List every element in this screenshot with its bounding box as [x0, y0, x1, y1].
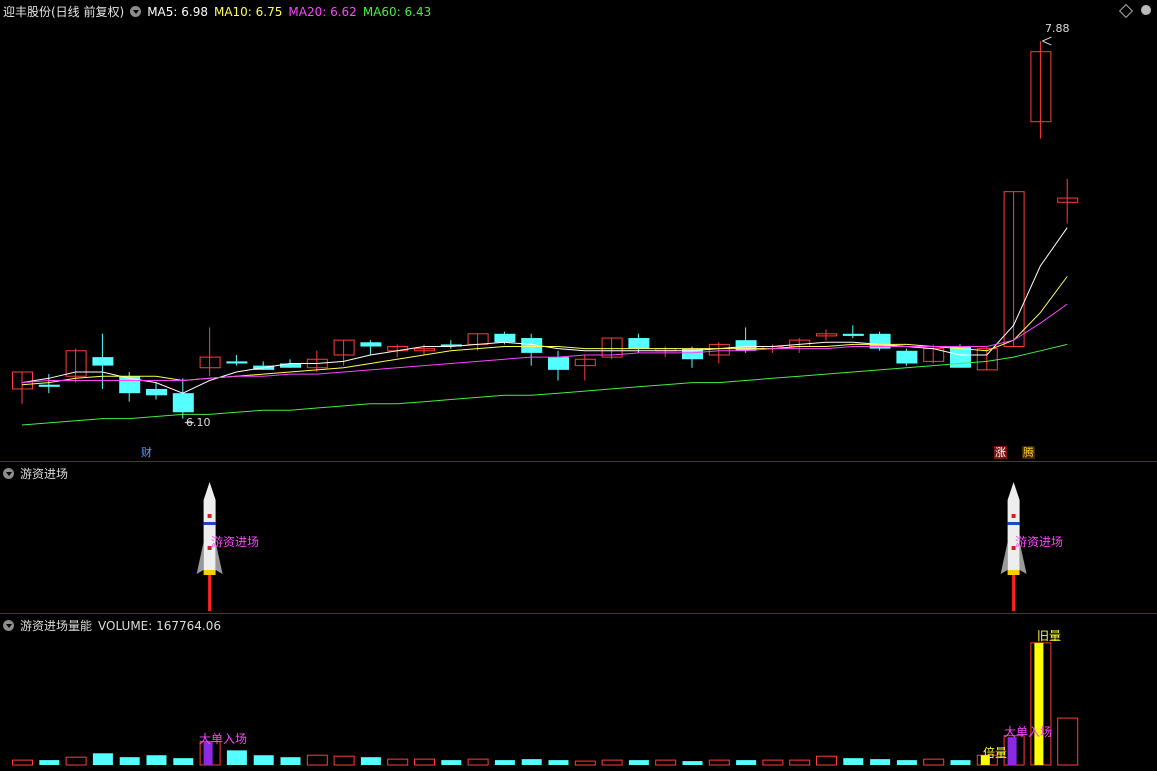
- big-order-label-2: 大单入场: [1004, 725, 1053, 739]
- volume-bar: [870, 759, 891, 765]
- signal-toggle-icon[interactable]: [3, 468, 14, 479]
- candle-body: [842, 333, 864, 336]
- ma5-label: MA5: 6.98: [147, 4, 208, 19]
- high-price-label: 7.88: [1045, 22, 1070, 35]
- volume-bar: [280, 757, 301, 765]
- candle-body: [360, 342, 382, 347]
- volume-bar: [467, 758, 489, 766]
- high-pointer: [1042, 36, 1052, 46]
- candle-body: [38, 384, 60, 387]
- candle-body: [896, 350, 918, 364]
- volume-bar: [628, 760, 649, 765]
- signal-panel-title: 游资进场: [20, 467, 69, 481]
- candle-body: [226, 361, 248, 364]
- double-volume-label: 倍量: [983, 746, 1008, 760]
- volume-bar: [736, 760, 757, 765]
- signal-label-1: 游资进场: [211, 535, 260, 549]
- ma20-line: [21, 303, 1068, 384]
- candle-body: [548, 357, 569, 370]
- volume-bar: [708, 759, 730, 766]
- volume-bar: [1057, 717, 1079, 766]
- volume-bar: [39, 760, 60, 765]
- limit-up-tag[interactable]: 涨: [994, 446, 1007, 459]
- ma20-label: MA20: 6.62: [288, 4, 357, 19]
- volume-bar: [441, 760, 462, 765]
- volume-bar: [816, 755, 837, 766]
- candle-body: [494, 333, 516, 343]
- ma60-label: MA60: 6.43: [362, 4, 432, 19]
- volume-bar: [306, 754, 328, 766]
- volume-bar: [601, 759, 623, 766]
- big-order-marker: [1007, 737, 1017, 765]
- volume-bar: [548, 760, 569, 765]
- candle-body: [735, 340, 757, 351]
- volume-toggle-icon[interactable]: [3, 620, 14, 631]
- volume-panel-title: 游资进场量能: [20, 619, 93, 633]
- price-panel: 迎丰股份(日线 前复权) MA5: 6.98 MA10: 6.75 MA20: …: [0, 0, 1157, 461]
- signal-panel: 游资进场 游资进场 游资进场: [0, 462, 1157, 613]
- volume-bar: [146, 755, 167, 765]
- indicator-toggle-icon[interactable]: [130, 6, 142, 17]
- volume-bar: [789, 759, 811, 766]
- volume-bar: [360, 757, 381, 765]
- volume-bar: [414, 758, 435, 766]
- candle-body: [92, 357, 114, 366]
- signal-panel-header: 游资进场: [3, 465, 68, 482]
- volume-value: VOLUME: 167764.06: [98, 618, 222, 633]
- low-price-label: 6.10: [186, 416, 211, 429]
- volume-bar: [950, 760, 971, 765]
- volume-bar: [923, 758, 945, 766]
- volume-bar: [843, 758, 864, 765]
- volume-bar: [173, 758, 194, 765]
- volume-bar: [119, 757, 140, 765]
- finance-tag[interactable]: 财: [140, 446, 153, 459]
- price-panel-header: 迎丰股份(日线 前复权) MA5: 6.98 MA10: 6.75 MA20: …: [3, 3, 431, 20]
- signal-chart: [196, 482, 1027, 611]
- volume-bar: [333, 755, 355, 766]
- teng-tag[interactable]: 腾: [1022, 446, 1035, 459]
- volume-bar: [896, 760, 917, 765]
- volume-bar: [253, 755, 274, 765]
- stock-title: 迎丰股份(日线 前复权): [3, 5, 125, 19]
- ma10-label: MA10: 6.75: [213, 4, 283, 19]
- volume-bar: [12, 759, 33, 766]
- signal-label-2: 游资进场: [1015, 535, 1064, 549]
- price-chart[interactable]: [0, 0, 1157, 461]
- candle-body: [628, 338, 650, 349]
- volume-bar: [682, 761, 703, 765]
- volume-bar: [65, 756, 87, 766]
- ma5-line: [21, 227, 1068, 394]
- ma10-line: [21, 276, 1068, 386]
- candle-body: [146, 388, 167, 396]
- volume-bar: [92, 753, 113, 765]
- volume-bar: [387, 758, 409, 766]
- candle-body: [172, 393, 194, 413]
- volume-bar: [521, 759, 542, 765]
- volume-panel: 游资进场量能 VOLUME: 167764.06 大单入场 大单入场 倍量 旧量: [0, 614, 1157, 771]
- volume-panel-header: 游资进场量能 VOLUME: 167764.06: [3, 617, 221, 634]
- volume-bar: [762, 759, 784, 766]
- volume-bar: [226, 750, 247, 765]
- volume-bar: [574, 760, 596, 766]
- top-volume-marker: [1034, 642, 1044, 765]
- big-order-label-1: 大单入场: [199, 732, 248, 746]
- volume-bar: [494, 760, 515, 765]
- top-volume-label: 旧量: [1037, 629, 1062, 643]
- volume-bar: [655, 759, 677, 766]
